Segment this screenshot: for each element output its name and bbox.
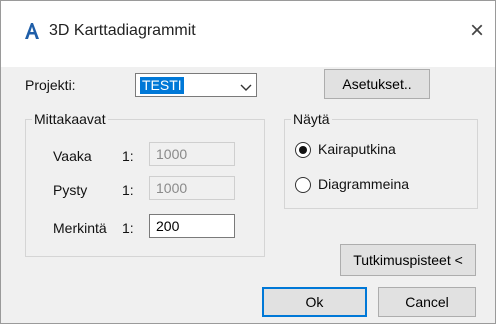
scale-label-marking: Merkintä <box>53 220 107 236</box>
project-combobox[interactable]: TESTI <box>135 73 257 97</box>
marking-scale-field[interactable]: 200 <box>149 214 235 238</box>
project-selected-value: TESTI <box>140 77 184 94</box>
scale-label-vertical: Pysty <box>53 182 88 198</box>
ok-button[interactable]: Ok <box>262 287 367 317</box>
dialog-window: 3D Karttadiagrammit × Projekti: TESTI As… <box>0 0 496 324</box>
close-button[interactable]: × <box>463 17 491 45</box>
title-bar[interactable]: 3D Karttadiagrammit × <box>1 1 495 67</box>
scale-prefix-marking: 1: <box>122 220 134 236</box>
settings-button[interactable]: Asetukset.. <box>324 69 430 99</box>
scale-prefix-horizontal: 1: <box>122 148 134 164</box>
survey-points-button[interactable]: Tutkimuspisteet < <box>340 244 476 276</box>
radio-label-diagrammeina[interactable]: Diagrammeina <box>318 176 409 192</box>
display-group-title: Näytä <box>291 111 332 127</box>
chevron-down-icon <box>240 80 252 91</box>
vertical-scale-field[interactable]: 1000 <box>149 176 235 200</box>
display-group: Näytä <box>284 111 478 209</box>
dialog-body: Projekti: TESTI Asetukset.. Mittakaavat … <box>1 67 495 323</box>
scales-group-title: Mittakaavat <box>32 111 108 127</box>
radio-kairaputkina[interactable] <box>295 142 311 158</box>
autocad-a-icon <box>23 22 41 40</box>
scale-label-horizontal: Vaaka <box>53 148 92 164</box>
cancel-button[interactable]: Cancel <box>378 287 476 317</box>
radio-label-kairaputkina[interactable]: Kairaputkina <box>318 141 396 157</box>
project-label: Projekti: <box>25 77 76 93</box>
radio-diagrammeina[interactable] <box>295 177 311 193</box>
window-title: 3D Karttadiagrammit <box>49 22 196 39</box>
radio-selected-dot <box>299 146 307 154</box>
horizontal-scale-field[interactable]: 1000 <box>149 142 235 166</box>
scale-prefix-vertical: 1: <box>122 182 134 198</box>
